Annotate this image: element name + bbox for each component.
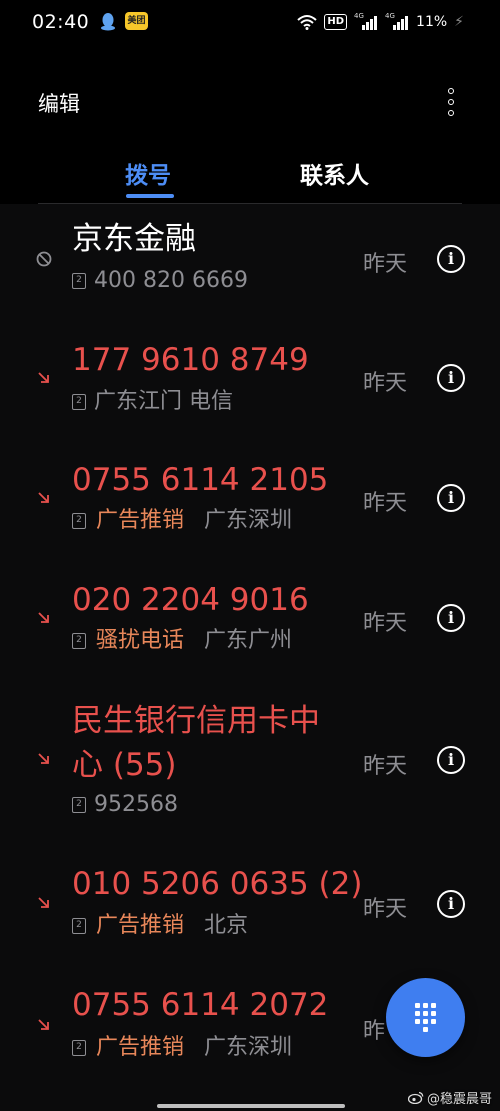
- tab-dial[interactable]: 拨号: [125, 156, 171, 190]
- missed-call-icon: [38, 492, 49, 503]
- call-date: 昨天: [363, 897, 408, 922]
- info-icon[interactable]: i: [437, 484, 465, 512]
- call-log-item[interactable]: 京东金融 2 400 820 6669 昨天 i: [0, 216, 500, 300]
- watermark: @稳震晨哥: [407, 1088, 492, 1107]
- sim-card-icon: 2: [72, 1040, 86, 1056]
- info-icon[interactable]: i: [437, 746, 465, 774]
- qq-icon: [101, 13, 115, 31]
- call-details: 2 骚扰电话 广东广州: [72, 627, 292, 655]
- caller-name: 020 2204 9016: [72, 582, 309, 618]
- call-log-item[interactable]: 民生银行信用卡中 心 (55) 2 952568 昨天 i: [0, 698, 500, 822]
- dialpad-icon: [415, 1003, 436, 1032]
- edit-button[interactable]: 编辑: [38, 88, 80, 118]
- header-divider: [38, 203, 462, 204]
- call-details: 2 广告推销 北京: [72, 912, 248, 940]
- wifi-icon: [297, 15, 318, 30]
- phone-number: 952568: [94, 792, 178, 817]
- missed-call-icon: [38, 372, 49, 383]
- caller-name: 177 9610 8749: [72, 342, 309, 378]
- info-icon[interactable]: i: [437, 604, 465, 632]
- sim-card-icon: 2: [72, 797, 86, 813]
- info-icon[interactable]: i: [437, 245, 465, 273]
- spam-tag: 广告推销: [96, 1035, 185, 1060]
- weibo-icon: [407, 1091, 424, 1104]
- missed-call-icon: [38, 1019, 49, 1030]
- call-log-item[interactable]: 020 2204 9016 2 骚扰电话 广东广州 昨天 i: [0, 575, 500, 659]
- active-tab-indicator: [126, 194, 174, 198]
- sim-card-icon: 2: [72, 513, 86, 529]
- call-details: 2 广告推销 广东深圳: [72, 1034, 292, 1062]
- sim-card-icon: 2: [72, 633, 86, 649]
- call-details: 2 广告推销 广东深圳: [72, 507, 292, 535]
- watermark-text: @稳震晨哥: [426, 1092, 492, 1107]
- harassment-tag: 骚扰电话: [96, 628, 185, 653]
- spam-tag: 广告推销: [96, 508, 185, 533]
- call-details: 2 952568: [72, 791, 178, 819]
- caller-name: 010 5206 0635 (2): [72, 866, 363, 902]
- call-log-item[interactable]: 0755 6114 2105 2 广告推销 广东深圳 昨天 i: [0, 455, 500, 539]
- sim-card-icon: 2: [72, 273, 86, 289]
- caller-name: 0755 6114 2105: [72, 462, 329, 498]
- meituan-icon: 美团: [125, 12, 148, 30]
- call-details: 2 广东江门 电信: [72, 388, 233, 416]
- signal-label-1: 4G: [354, 12, 364, 20]
- signal-icon-2: 4G: [385, 12, 409, 30]
- call-date: 昨: [363, 1019, 386, 1044]
- status-time: 02:40: [32, 11, 90, 33]
- hd-icon: HD: [324, 14, 348, 30]
- caller-location: 广东江门 电信: [94, 389, 233, 414]
- caller-name: 京东金融: [72, 221, 196, 257]
- home-indicator[interactable]: [157, 1104, 345, 1108]
- signal-icon-1: 4G: [354, 12, 378, 30]
- charging-icon: ⚡: [454, 14, 464, 30]
- caller-location: 北京: [204, 913, 249, 938]
- caller-name-line-2: 心 (55): [72, 747, 177, 783]
- call-date: 昨天: [363, 371, 408, 396]
- caller-location: 广东深圳: [204, 508, 293, 533]
- info-icon[interactable]: i: [437, 890, 465, 918]
- call-log-item[interactable]: 010 5206 0635 (2) 2 广告推销 北京 昨天 i: [0, 858, 500, 942]
- dialpad-button[interactable]: [386, 978, 465, 1057]
- signal-label-2: 4G: [385, 12, 395, 20]
- status-bar: 02:40 美团 HD 4G 4G 11% ⚡: [0, 0, 500, 44]
- missed-call-icon: [38, 612, 49, 623]
- status-indicators: HD 4G 4G 11% ⚡: [297, 10, 464, 34]
- blocked-call-icon: [36, 251, 52, 267]
- app-header: 编辑 拨号 联系人: [0, 44, 500, 204]
- info-icon[interactable]: i: [437, 364, 465, 392]
- sim-card-icon: 2: [72, 918, 86, 934]
- call-date: 昨天: [363, 754, 408, 779]
- call-date: 昨天: [363, 611, 408, 636]
- caller-name: 0755 6114 2072: [72, 987, 329, 1023]
- phone-number: 400 820 6669: [94, 268, 248, 293]
- more-options-icon[interactable]: [443, 88, 459, 116]
- tab-contacts[interactable]: 联系人: [300, 156, 369, 190]
- battery-level: 11%: [416, 14, 448, 30]
- call-date: 昨天: [363, 491, 408, 516]
- call-details: 2 400 820 6669: [72, 267, 248, 295]
- sim-card-icon: 2: [72, 394, 86, 410]
- caller-location: 广东深圳: [204, 1035, 293, 1060]
- call-log-item[interactable]: 177 9610 8749 2 广东江门 电信 昨天 i: [0, 335, 500, 419]
- caller-location: 广东广州: [204, 628, 293, 653]
- missed-call-icon: [38, 897, 49, 908]
- call-date: 昨天: [363, 252, 408, 277]
- spam-tag: 广告推销: [96, 913, 185, 938]
- caller-name-line-1: 民生银行信用卡中: [72, 703, 320, 739]
- missed-call-icon: [38, 753, 49, 764]
